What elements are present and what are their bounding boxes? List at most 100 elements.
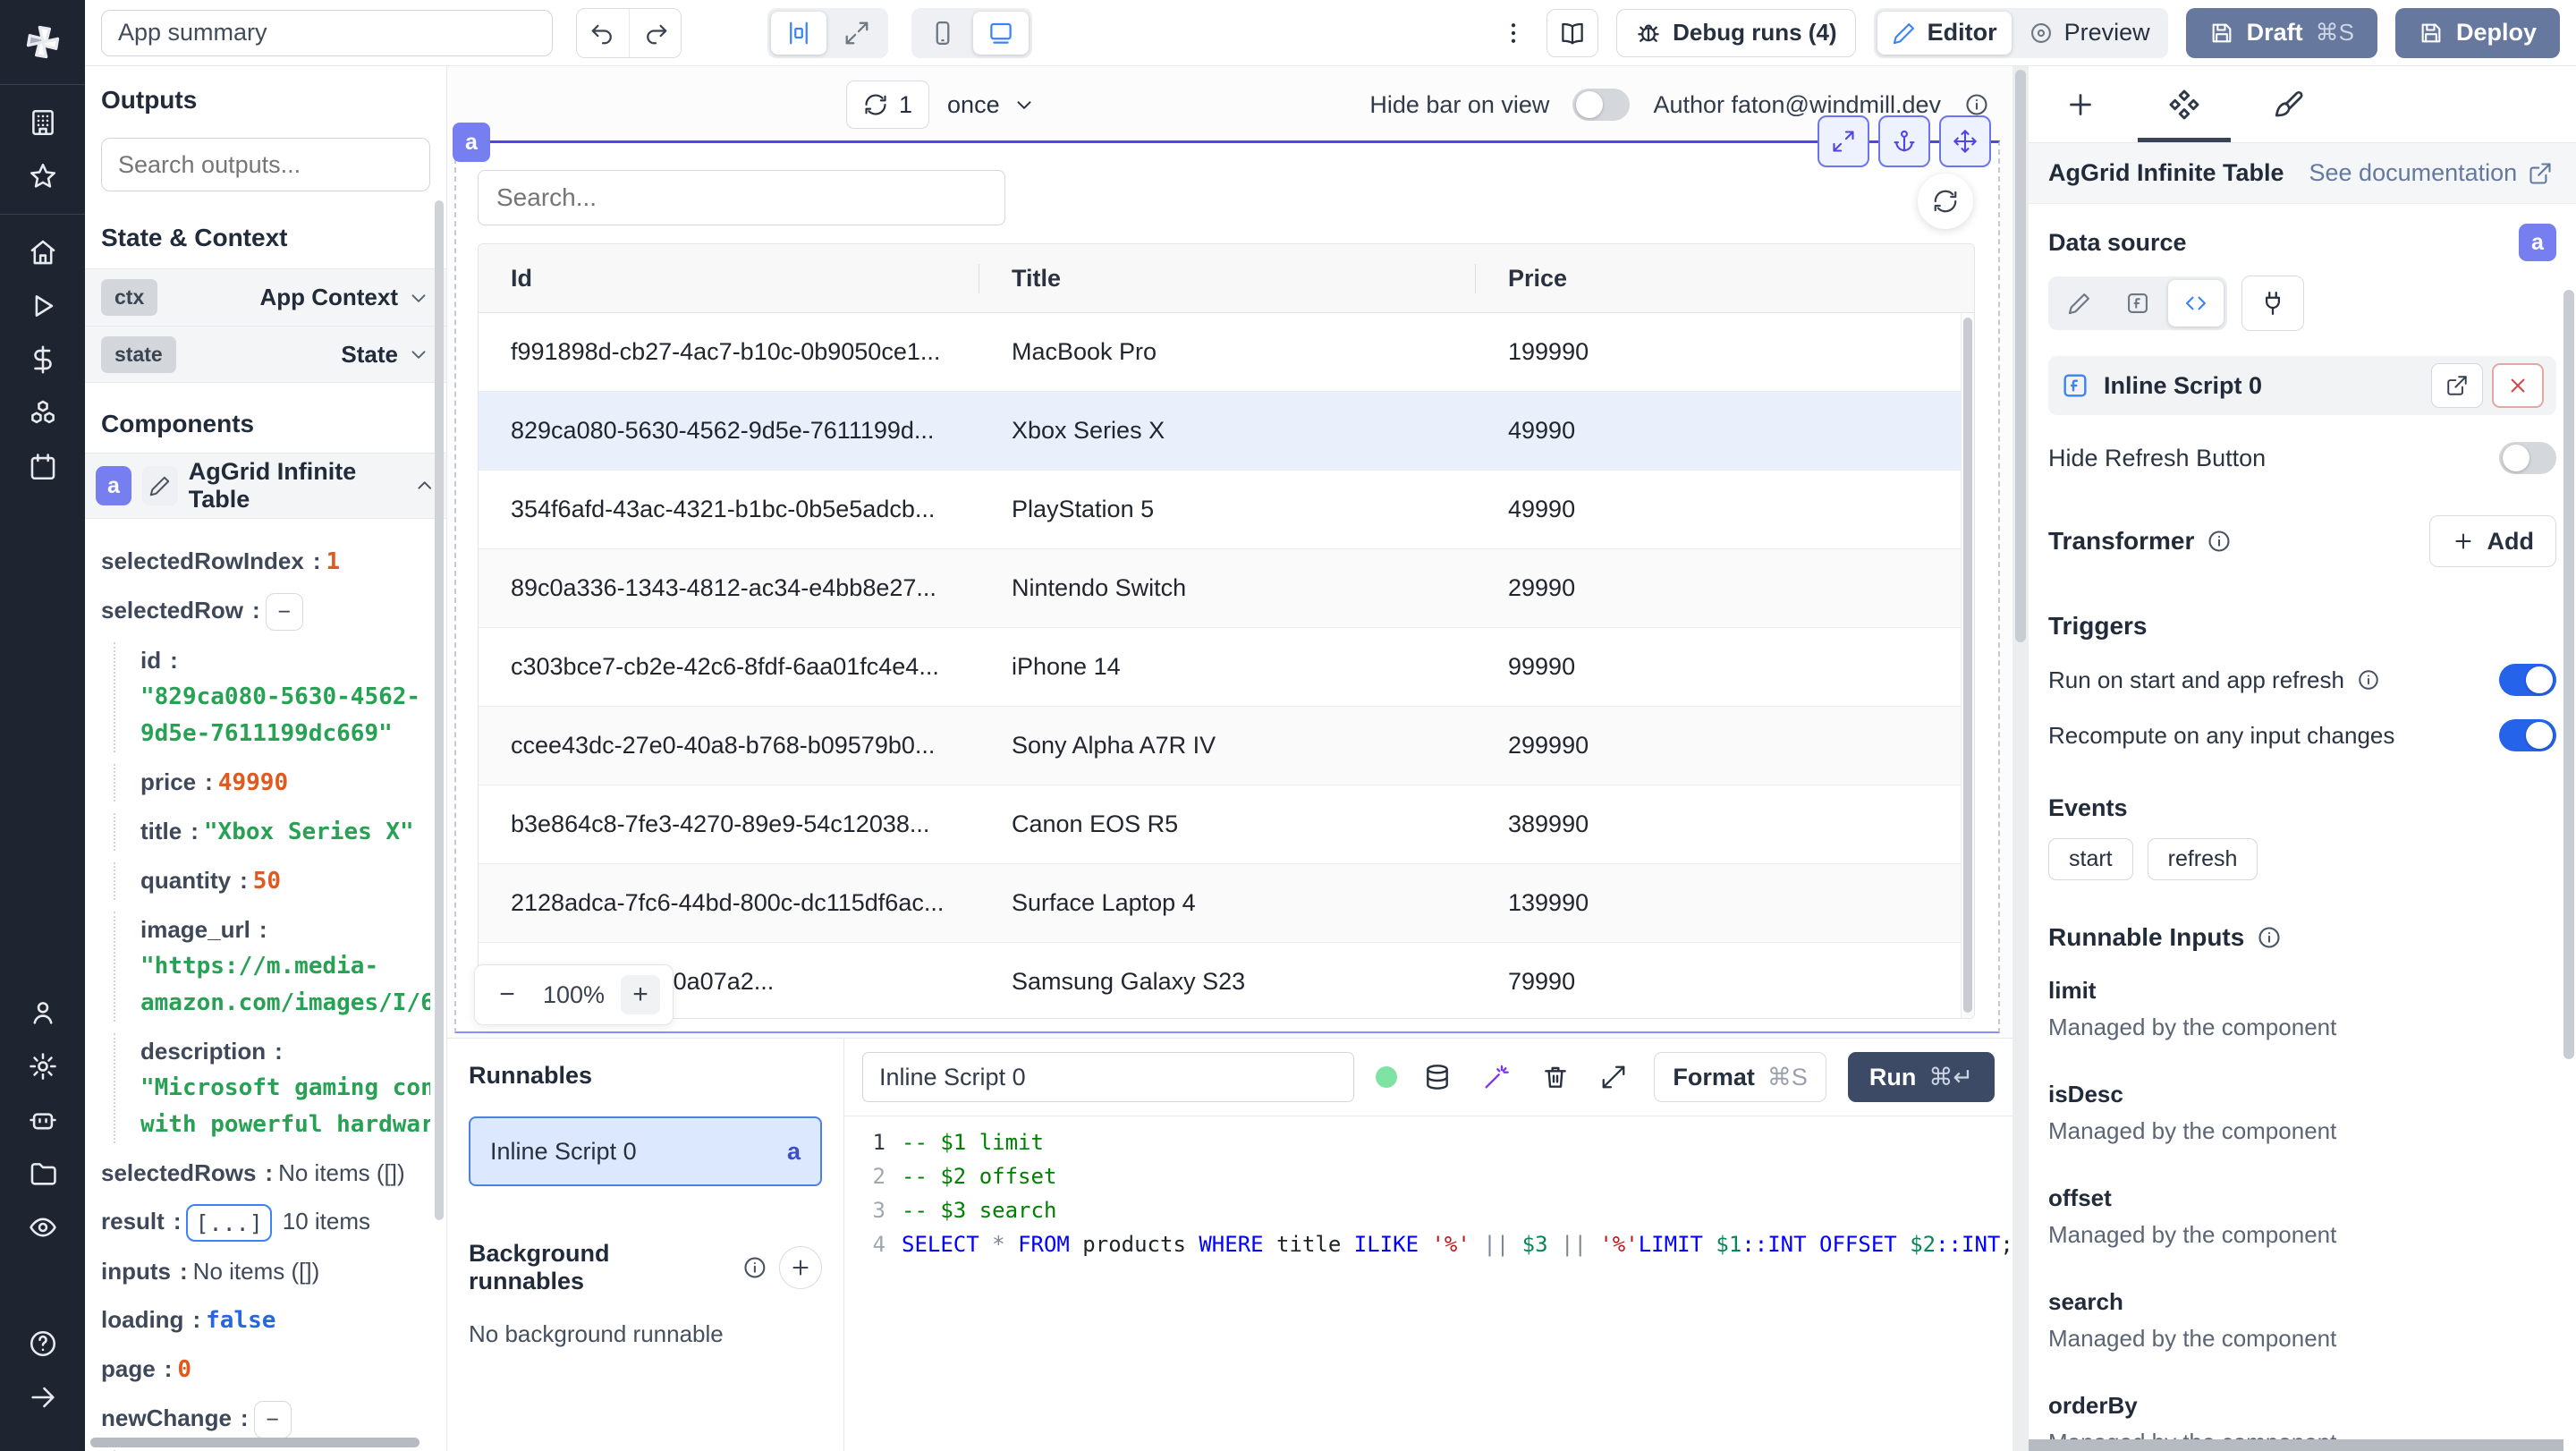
output-tree-item[interactable]: loading: false	[101, 1302, 430, 1339]
collapse-button[interactable]: −	[265, 593, 303, 632]
tab-insert-component[interactable]	[2029, 66, 2132, 142]
open-script-external-button[interactable]	[2431, 363, 2483, 408]
expand-component-button[interactable]	[1818, 115, 1869, 167]
anchor-component-button[interactable]	[1878, 115, 1930, 167]
delete-script-trash-icon[interactable]	[1537, 1063, 1574, 1091]
outputs-vertical-scrollbar[interactable]	[435, 200, 444, 1220]
add-background-runnable-button[interactable]	[779, 1246, 822, 1289]
fullwidth-toggle[interactable]	[829, 12, 885, 55]
debug-runs-button[interactable]: Debug runs (4)	[1616, 8, 1856, 57]
mobile-view-toggle[interactable]	[915, 12, 970, 55]
workers-robot-icon[interactable]	[0, 1093, 85, 1147]
resources-cubes-icon[interactable]	[0, 386, 85, 440]
zoom-out-button[interactable]: −	[487, 975, 527, 1014]
folders-icon[interactable]	[0, 1147, 85, 1201]
add-transformer-button[interactable]: Add	[2428, 515, 2556, 567]
event-chip-refresh[interactable]: refresh	[2147, 838, 2258, 880]
ctx-row[interactable]: ctx App Context	[85, 268, 446, 326]
table-row[interactable]: c303bce7-cb2e-42c6-8fdf-6aa01fc4e4... iPh…	[479, 628, 1974, 707]
zoom-in-button[interactable]: +	[621, 975, 661, 1014]
info-icon[interactable]	[742, 1255, 767, 1280]
code-area[interactable]: 1 2 3 4 -- $1 limit -- $2 offset -- $3 search…	[844, 1116, 2012, 1451]
redo-button[interactable]	[629, 8, 681, 57]
home-icon[interactable]	[0, 225, 85, 279]
edit-component-pencil-icon[interactable]	[141, 466, 178, 505]
table-row[interactable]: ccee43dc-27e0-40a8-b768-b09579b0... Sony …	[479, 707, 1974, 785]
draft-button[interactable]: Draft ⌘S	[2185, 7, 2377, 58]
column-header-title[interactable]: Title	[979, 244, 1476, 312]
table-row[interactable]: b3e864c8-7fe3-4270-89e9-54c12038... Canon…	[479, 785, 1974, 864]
app-summary-input[interactable]	[101, 9, 553, 56]
output-tree-item[interactable]: selectedRowIndex:1	[101, 543, 430, 581]
run-button[interactable]: Run ⌘↵	[1847, 1052, 1995, 1102]
chevron-up-icon[interactable]	[413, 473, 436, 498]
output-tree-item[interactable]: selectedRow: −	[101, 592, 430, 632]
variables-dollar-icon[interactable]	[0, 333, 85, 386]
table-vertical-scrollbar[interactable]	[1961, 314, 1974, 1018]
table-search-input[interactable]	[478, 170, 1005, 225]
workspace-icon[interactable]	[0, 96, 85, 149]
table-row[interactable]: 89c0a336-1343-4812-ac34-e4bb8e27... Ninte…	[479, 549, 1974, 628]
mode-eval-code[interactable]	[2168, 280, 2224, 327]
more-options-kebab-icon[interactable]	[1498, 20, 1529, 47]
database-icon[interactable]	[1419, 1063, 1456, 1091]
collapse-sidebar-arrow-icon[interactable]	[0, 1370, 85, 1424]
info-icon[interactable]	[2207, 529, 2232, 554]
output-tree-item[interactable]: quantity:50	[114, 862, 430, 901]
canvas-scrollbar[interactable]	[2012, 66, 2029, 1451]
output-tree-item[interactable]: result: [...] 10 items	[101, 1203, 430, 1243]
center-align-toggle[interactable]	[771, 11, 826, 55]
script-name-input[interactable]	[862, 1052, 1354, 1102]
audit-eye-icon[interactable]	[0, 1201, 85, 1254]
docs-book-button[interactable]	[1546, 8, 1599, 57]
settings-gear-icon[interactable]	[0, 1039, 85, 1093]
connect-plug-button[interactable]	[2241, 276, 2304, 331]
table-row[interactable]: 354f6afd-43ac-4321-b1bc-0b5e5adcb... Play…	[479, 471, 1974, 549]
table-row[interactable]: f991898d-cb27-4ac7-b10c-0b9050ce1... MacB…	[479, 313, 1974, 392]
move-component-button[interactable]	[1939, 115, 1991, 167]
component-tag[interactable]: a	[453, 123, 490, 162]
tab-component-settings[interactable]	[2132, 66, 2236, 142]
recompute-toggle[interactable]	[2499, 719, 2556, 751]
info-icon[interactable]	[2257, 925, 2282, 950]
format-button[interactable]: Format ⌘S	[1654, 1052, 1826, 1102]
output-tree-item[interactable]: page:0	[101, 1351, 430, 1388]
run-on-start-toggle[interactable]	[2499, 664, 2556, 696]
output-tree-item[interactable]: price:49990	[114, 764, 430, 802]
mode-template-fx[interactable]	[2110, 280, 2165, 327]
output-tree-item[interactable]: inputs: No items ([])	[101, 1253, 430, 1290]
column-header-price[interactable]: Price	[1476, 244, 1974, 312]
component-refresh-button[interactable]	[1918, 174, 1973, 229]
info-icon[interactable]	[2357, 668, 2380, 692]
hide-refresh-toggle[interactable]	[2499, 442, 2556, 474]
table-row[interactable]: 829ca080-5630-4562-9d5e-7611199d... Xbox …	[479, 392, 1974, 471]
column-header-id[interactable]: Id	[479, 244, 979, 312]
see-documentation-link[interactable]: See documentation	[2309, 159, 2554, 187]
undo-button[interactable]	[577, 8, 629, 57]
state-row[interactable]: state State	[85, 326, 446, 383]
info-icon[interactable]	[1964, 92, 1989, 117]
ai-wand-icon[interactable]	[1478, 1063, 1515, 1091]
mode-static-pencil[interactable]	[2052, 280, 2107, 327]
settings-horizontal-scrollbar[interactable]	[2029, 1439, 2563, 1451]
output-tree-item[interactable]: image_url: "https://m.media-amazon.com/im…	[114, 912, 430, 1022]
expand-editor-icon[interactable]	[1595, 1064, 1632, 1090]
remove-script-button[interactable]	[2492, 363, 2544, 408]
runs-play-icon[interactable]	[0, 279, 85, 333]
output-tree-item[interactable]: title: "Xbox Series X"	[114, 813, 430, 852]
schedules-calendar-icon[interactable]	[0, 440, 85, 494]
component-tree-item[interactable]: a AgGrid Infinite Table	[85, 453, 446, 519]
deploy-button[interactable]: Deploy	[2394, 7, 2560, 58]
tab-styling[interactable]	[2236, 66, 2340, 142]
table-row[interactable]: 4c83-8022-5e70a07a2...Samsung Galaxy S23…	[479, 943, 1974, 1018]
outputs-horizontal-scrollbar[interactable]	[90, 1438, 419, 1447]
help-icon[interactable]	[0, 1317, 85, 1370]
collapse-button[interactable]: −	[253, 1401, 292, 1439]
hide-bar-toggle[interactable]	[1572, 89, 1631, 121]
search-outputs-input[interactable]	[101, 138, 430, 191]
output-tree-item[interactable]: id: "829ca080-5630-4562- 9d5e-7611199dc669…	[114, 642, 430, 753]
desktop-view-toggle[interactable]	[973, 11, 1029, 55]
output-tree-item[interactable]: newChange: −	[101, 1400, 430, 1439]
app-canvas[interactable]: a Search... Id Title Price f991898d-cb27…	[447, 115, 2012, 1038]
table-row[interactable]: 2128adca-7fc6-44bd-800c-dc115df6ac... Sur…	[479, 864, 1974, 943]
